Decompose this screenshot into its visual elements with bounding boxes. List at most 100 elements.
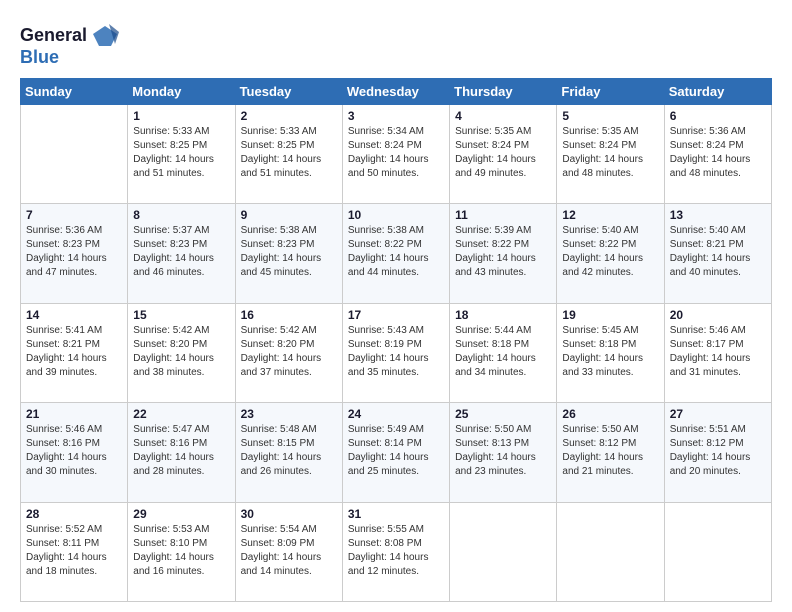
day-info: Sunrise: 5:52 AM Sunset: 8:11 PM Dayligh… [26,523,122,579]
day-cell: 25 Sunrise: 5:50 AM Sunset: 8:13 PM Dayli… [450,403,557,502]
day-info: Sunrise: 5:55 AM Sunset: 8:08 PM Dayligh… [348,523,444,579]
logo-general: General [20,26,87,46]
weekday-thursday: Thursday [450,78,557,104]
day-number: 6 [670,109,766,123]
day-number: 31 [348,507,444,521]
day-number: 20 [670,308,766,322]
day-info: Sunrise: 5:44 AM Sunset: 8:18 PM Dayligh… [455,324,551,380]
day-number: 10 [348,208,444,222]
day-number: 9 [241,208,337,222]
day-cell: 18Sunrise: 5:44 AM Sunset: 8:18 PM Dayli… [450,303,557,402]
day-number: 22 [133,407,229,421]
day-info: Sunrise: 5:50 AM Sunset: 8:13 PM Dayligh… [455,423,551,479]
logo-icon [87,20,119,52]
logo-blue: Blue [20,48,59,68]
day-info: Sunrise: 5:46 AM Sunset: 8:16 PM Dayligh… [26,423,122,479]
day-number: 13 [670,208,766,222]
weekday-saturday: Saturday [664,78,771,104]
day-cell: 2Sunrise: 5:33 AM Sunset: 8:25 PM Daylig… [235,104,342,203]
day-number: 5 [562,109,658,123]
day-cell: 11 Sunrise: 5:39 AM Sunset: 8:22 PM Dayli… [450,204,557,303]
day-cell: 8 Sunrise: 5:37 AM Sunset: 8:23 PM Daylig… [128,204,235,303]
weekday-header-row: SundayMondayTuesdayWednesdayThursdayFrid… [21,78,772,104]
day-cell [557,502,664,601]
day-number: 16 [241,308,337,322]
day-cell: 31 Sunrise: 5:55 AM Sunset: 8:08 PM Dayli… [342,502,449,601]
day-cell: 7 Sunrise: 5:36 AM Sunset: 8:23 PM Daylig… [21,204,128,303]
day-info: Sunrise: 5:36 AM Sunset: 8:24 PM Dayligh… [670,125,766,181]
day-info: Sunrise: 5:40 AM Sunset: 8:21 PM Dayligh… [670,224,766,280]
day-info: Sunrise: 5:46 AM Sunset: 8:17 PM Dayligh… [670,324,766,380]
day-cell: 26 Sunrise: 5:50 AM Sunset: 8:12 PM Dayli… [557,403,664,502]
day-info: Sunrise: 5:54 AM Sunset: 8:09 PM Dayligh… [241,523,337,579]
week-row-4: 21 Sunrise: 5:46 AM Sunset: 8:16 PM Dayli… [21,403,772,502]
day-number: 30 [241,507,337,521]
calendar-table: SundayMondayTuesdayWednesdayThursdayFrid… [20,78,772,602]
day-number: 8 [133,208,229,222]
day-info: Sunrise: 5:53 AM Sunset: 8:10 PM Dayligh… [133,523,229,579]
logo: General Blue [20,20,119,68]
day-number: 17 [348,308,444,322]
day-cell: 1 Sunrise: 5:33 AM Sunset: 8:25 PM Daylig… [128,104,235,203]
day-number: 23 [241,407,337,421]
day-cell: 9Sunrise: 5:38 AM Sunset: 8:23 PM Daylig… [235,204,342,303]
day-info: Sunrise: 5:42 AM Sunset: 8:20 PM Dayligh… [241,324,337,380]
day-cell: 27 Sunrise: 5:51 AM Sunset: 8:12 PM Dayli… [664,403,771,502]
day-number: 4 [455,109,551,123]
day-cell: 29 Sunrise: 5:53 AM Sunset: 8:10 PM Dayli… [128,502,235,601]
day-info: Sunrise: 5:39 AM Sunset: 8:22 PM Dayligh… [455,224,551,280]
day-info: Sunrise: 5:47 AM Sunset: 8:16 PM Dayligh… [133,423,229,479]
day-info: Sunrise: 5:50 AM Sunset: 8:12 PM Dayligh… [562,423,658,479]
weekday-monday: Monday [128,78,235,104]
day-cell: 13 Sunrise: 5:40 AM Sunset: 8:21 PM Dayli… [664,204,771,303]
day-number: 29 [133,507,229,521]
day-info: Sunrise: 5:49 AM Sunset: 8:14 PM Dayligh… [348,423,444,479]
day-number: 27 [670,407,766,421]
day-cell [21,104,128,203]
day-number: 14 [26,308,122,322]
day-number: 19 [562,308,658,322]
day-cell: 30 Sunrise: 5:54 AM Sunset: 8:09 PM Dayli… [235,502,342,601]
day-cell: 15Sunrise: 5:42 AM Sunset: 8:20 PM Dayli… [128,303,235,402]
day-info: Sunrise: 5:33 AM Sunset: 8:25 PM Dayligh… [133,125,229,181]
day-cell: 20 Sunrise: 5:46 AM Sunset: 8:17 PM Dayli… [664,303,771,402]
header: General Blue [20,16,772,68]
day-info: Sunrise: 5:36 AM Sunset: 8:23 PM Dayligh… [26,224,122,280]
day-info: Sunrise: 5:43 AM Sunset: 8:19 PM Dayligh… [348,324,444,380]
day-number: 12 [562,208,658,222]
day-info: Sunrise: 5:38 AM Sunset: 8:22 PM Dayligh… [348,224,444,280]
day-number: 7 [26,208,122,222]
day-info: Sunrise: 5:34 AM Sunset: 8:24 PM Dayligh… [348,125,444,181]
day-cell: 17 Sunrise: 5:43 AM Sunset: 8:19 PM Dayli… [342,303,449,402]
day-cell: 6 Sunrise: 5:36 AM Sunset: 8:24 PM Daylig… [664,104,771,203]
day-number: 2 [241,109,337,123]
day-info: Sunrise: 5:51 AM Sunset: 8:12 PM Dayligh… [670,423,766,479]
day-number: 1 [133,109,229,123]
week-row-5: 28 Sunrise: 5:52 AM Sunset: 8:11 PM Dayli… [21,502,772,601]
weekday-tuesday: Tuesday [235,78,342,104]
day-info: Sunrise: 5:45 AM Sunset: 8:18 PM Dayligh… [562,324,658,380]
day-info: Sunrise: 5:35 AM Sunset: 8:24 PM Dayligh… [455,125,551,181]
day-cell: 23Sunrise: 5:48 AM Sunset: 8:15 PM Dayli… [235,403,342,502]
day-number: 26 [562,407,658,421]
day-cell: 19 Sunrise: 5:45 AM Sunset: 8:18 PM Dayli… [557,303,664,402]
week-row-1: 1 Sunrise: 5:33 AM Sunset: 8:25 PM Daylig… [21,104,772,203]
day-number: 21 [26,407,122,421]
day-cell: 24Sunrise: 5:49 AM Sunset: 8:14 PM Dayli… [342,403,449,502]
day-number: 28 [26,507,122,521]
weekday-sunday: Sunday [21,78,128,104]
day-number: 3 [348,109,444,123]
day-info: Sunrise: 5:41 AM Sunset: 8:21 PM Dayligh… [26,324,122,380]
day-cell: 12Sunrise: 5:40 AM Sunset: 8:22 PM Dayli… [557,204,664,303]
day-number: 11 [455,208,551,222]
day-cell [664,502,771,601]
weekday-friday: Friday [557,78,664,104]
day-info: Sunrise: 5:42 AM Sunset: 8:20 PM Dayligh… [133,324,229,380]
day-cell: 16 Sunrise: 5:42 AM Sunset: 8:20 PM Dayli… [235,303,342,402]
day-cell: 14 Sunrise: 5:41 AM Sunset: 8:21 PM Dayli… [21,303,128,402]
week-row-3: 14 Sunrise: 5:41 AM Sunset: 8:21 PM Dayli… [21,303,772,402]
day-number: 25 [455,407,551,421]
day-info: Sunrise: 5:37 AM Sunset: 8:23 PM Dayligh… [133,224,229,280]
day-cell: 28 Sunrise: 5:52 AM Sunset: 8:11 PM Dayli… [21,502,128,601]
day-cell: 22 Sunrise: 5:47 AM Sunset: 8:16 PM Dayli… [128,403,235,502]
